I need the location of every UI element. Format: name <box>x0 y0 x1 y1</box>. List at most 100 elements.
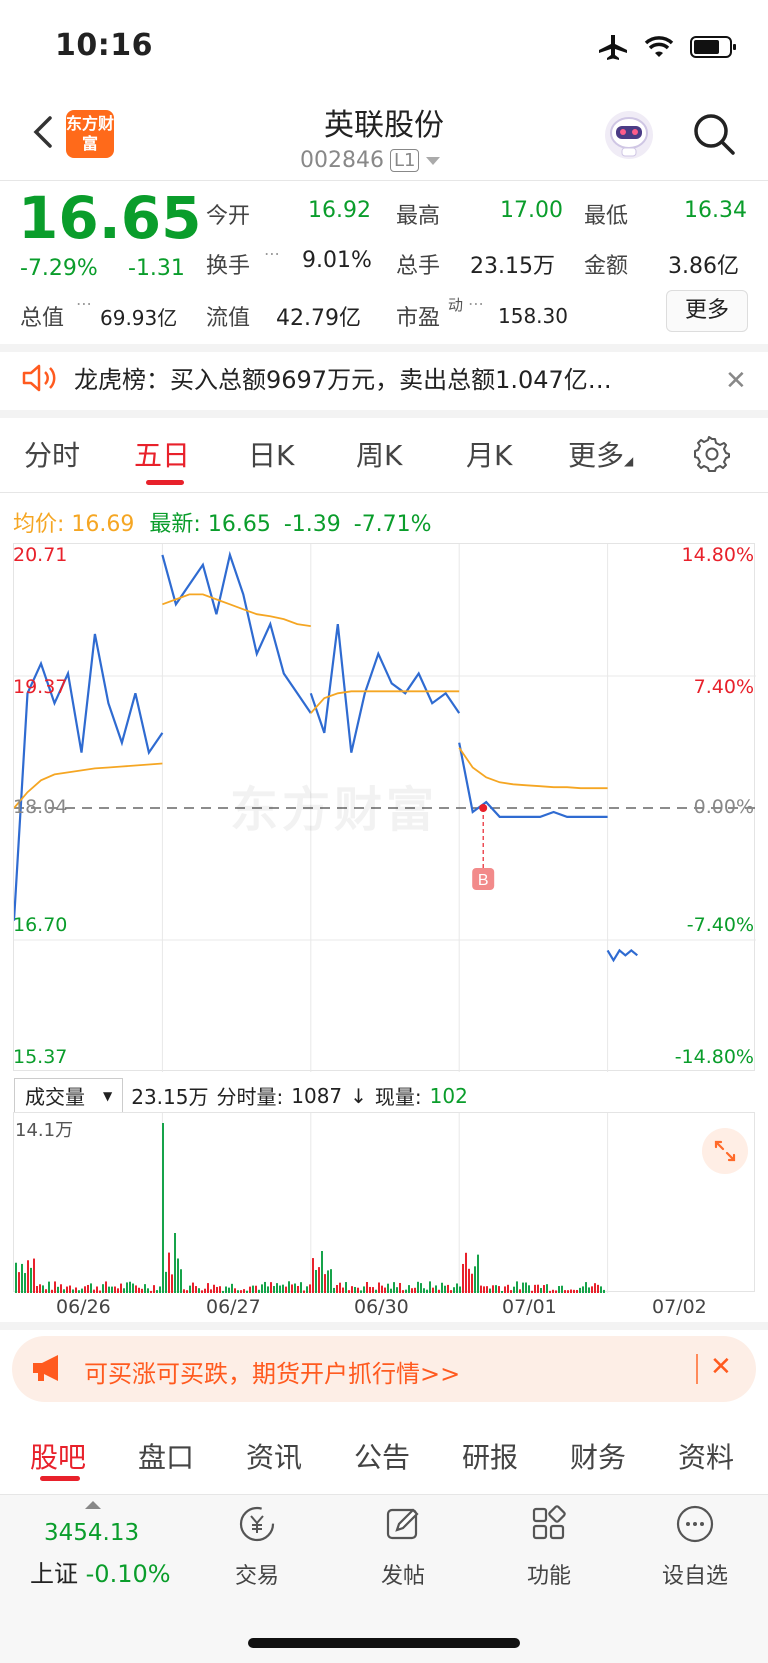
trade-label: 交易 <box>234 1564 279 1589</box>
volume-bar <box>15 1262 17 1293</box>
tab-daily-k[interactable]: 日K <box>248 434 294 474</box>
open-label: 今开 <box>206 204 251 229</box>
volume-bar <box>591 1286 593 1293</box>
pe-label: 市盈 <box>396 306 441 331</box>
tab-guba[interactable]: 股吧 <box>30 1436 86 1476</box>
volume-bar <box>333 1287 335 1293</box>
y-tick-left-3: 16.70 <box>13 914 68 936</box>
now-volume-label: 现量: <box>374 1085 422 1109</box>
volume-bar <box>318 1267 320 1293</box>
stock-code-row[interactable]: 002846 L1 <box>300 148 441 173</box>
more-quote-button[interactable]: 更多 <box>666 290 748 332</box>
volume-bar <box>30 1267 32 1293</box>
search-icon[interactable] <box>690 110 738 158</box>
volume-bar <box>489 1288 491 1293</box>
bottom-tab-indicator <box>40 1476 80 1481</box>
volume-bar <box>198 1288 200 1293</box>
section-separator-2 <box>0 410 768 418</box>
dragon-tiger-notice[interactable]: 龙虎榜：买入总额9697万元，卖出总额1.047亿… <box>20 360 612 395</box>
ad-text[interactable]: 可买涨可买跌，期货开户抓行情>> <box>84 1354 460 1389</box>
volume-bar <box>165 1271 167 1293</box>
tab-news[interactable]: 资讯 <box>246 1436 302 1476</box>
tab-intraday[interactable]: 分时 <box>24 434 80 474</box>
tab-finance[interactable]: 财务 <box>570 1436 626 1476</box>
volume-bar <box>309 1284 311 1293</box>
volume-bar <box>276 1283 278 1293</box>
x-date-3: 07/01 <box>502 1296 557 1318</box>
volume-chart[interactable] <box>13 1112 755 1293</box>
volume-bar <box>579 1287 581 1293</box>
index-name: 上证 <box>30 1560 78 1588</box>
volume-bar <box>138 1287 140 1293</box>
volume-bar <box>168 1252 170 1293</box>
volume-bar <box>189 1285 191 1293</box>
expand-icon[interactable] <box>702 1128 748 1174</box>
volume-bar <box>201 1290 203 1293</box>
volume-bar <box>327 1270 329 1293</box>
pe-dynamic-sup: 动 <box>448 296 464 314</box>
volume-bar <box>414 1287 416 1293</box>
volume-bar <box>465 1252 467 1293</box>
low-value: 16.34 <box>684 198 747 223</box>
volume-bar <box>225 1286 227 1293</box>
volume-bar <box>102 1284 104 1293</box>
volume-bar <box>60 1284 62 1293</box>
x-date-0: 06/26 <box>56 1296 111 1318</box>
tab-announcement[interactable]: 公告 <box>354 1436 410 1476</box>
tab-profile[interactable]: 资料 <box>678 1436 734 1476</box>
index-line[interactable]: 上证 -0.10% <box>30 1554 171 1589</box>
volume-bar <box>54 1281 56 1293</box>
ad-divider <box>696 1354 698 1384</box>
volume-bar <box>120 1283 122 1293</box>
volume-bar <box>351 1286 353 1293</box>
latest-label: 最新: <box>149 512 201 537</box>
latest-value: 16.65 <box>207 512 271 537</box>
info-dots-icon[interactable]: ⋯ <box>264 244 280 263</box>
volume-indicator-select[interactable]: 成交量 ▼ <box>14 1078 124 1113</box>
volume-bar <box>264 1281 266 1293</box>
volume-bar <box>306 1286 308 1293</box>
volume-bar <box>207 1283 209 1293</box>
volume-bar <box>150 1290 152 1293</box>
caret-up-icon[interactable] <box>84 1500 102 1510</box>
post-button[interactable]: 发帖 <box>358 1504 448 1590</box>
ad-close-icon[interactable]: ✕ <box>710 1352 732 1382</box>
tab-research[interactable]: 研报 <box>462 1436 518 1476</box>
functions-button[interactable]: 功能 <box>504 1504 594 1590</box>
volume-bar <box>108 1286 110 1293</box>
robot-assistant-icon[interactable] <box>602 108 656 162</box>
volume-bar <box>180 1269 182 1293</box>
level-badge: L1 <box>389 149 420 172</box>
notice-close-icon[interactable]: ✕ <box>725 366 747 396</box>
volume-bar <box>45 1289 47 1293</box>
y-tick-right-3: -7.40% <box>686 914 754 936</box>
volume-bar <box>78 1290 80 1293</box>
add-watchlist-button[interactable]: 设自选 <box>650 1504 740 1590</box>
tab-pankou[interactable]: 盘口 <box>138 1436 194 1476</box>
tab-weekly-k[interactable]: 周K <box>356 434 402 474</box>
stock-code: 002846 <box>300 148 384 173</box>
volume-bar <box>528 1285 530 1293</box>
volume-bar <box>141 1288 143 1293</box>
tab-monthly-k[interactable]: 月K <box>466 434 512 474</box>
chart-settings-gear-icon[interactable] <box>694 436 730 472</box>
volume-bar <box>255 1285 257 1293</box>
volume-total: 23.15万 <box>131 1085 209 1109</box>
tab-five-day[interactable]: 五日 <box>134 434 190 474</box>
market-value-info-icon[interactable]: ⋯ <box>76 294 92 313</box>
volume-bar <box>57 1286 59 1293</box>
tab-more[interactable]: 更多◢ <box>568 434 633 474</box>
volume-bar <box>279 1285 281 1293</box>
volume-bar <box>438 1289 440 1293</box>
pe-info-icon[interactable]: ⋯ <box>468 294 484 313</box>
post-label: 发帖 <box>380 1564 425 1589</box>
volume-bar <box>114 1286 116 1293</box>
volume-bar <box>312 1258 314 1293</box>
volume-bar <box>192 1282 194 1293</box>
avg-value: 16.69 <box>71 512 135 537</box>
trade-button[interactable]: 交易 <box>212 1504 302 1590</box>
section-separator <box>0 344 768 352</box>
index-value[interactable]: 3454.13 <box>44 1520 139 1546</box>
volume-bar <box>453 1287 455 1293</box>
megaphone-icon <box>33 1355 58 1381</box>
